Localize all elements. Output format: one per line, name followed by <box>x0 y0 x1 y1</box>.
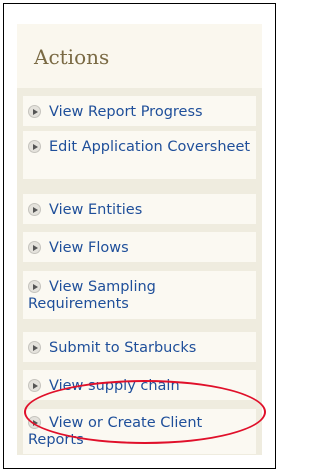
action-view-sampling-requirements[interactable]: View Sampling Requirements <box>23 271 256 319</box>
action-label[interactable]: Edit Application Coversheet <box>49 139 250 155</box>
action-submit-to-starbucks[interactable]: Submit to Starbucks <box>23 332 256 362</box>
play-circle-icon <box>28 105 41 118</box>
action-view-flows[interactable]: View Flows <box>23 232 256 262</box>
action-edit-application-coversheet[interactable]: Edit Application Coversheet <box>23 131 256 179</box>
play-circle-icon <box>28 379 41 392</box>
play-circle-icon <box>28 203 41 216</box>
action-label[interactable]: View Report Progress <box>49 104 203 120</box>
play-circle-icon <box>28 140 41 153</box>
highlight-ellipse <box>24 380 266 444</box>
action-label[interactable]: View Sampling Requirements <box>28 279 156 312</box>
play-circle-icon <box>28 241 41 254</box>
action-label[interactable]: View Flows <box>49 240 129 256</box>
action-view-report-progress[interactable]: View Report Progress <box>23 96 256 126</box>
action-view-entities[interactable]: View Entities <box>23 194 256 224</box>
action-label[interactable]: Submit to Starbucks <box>49 340 196 356</box>
actions-header: Actions <box>17 24 262 88</box>
actions-title: Actions <box>34 45 110 69</box>
play-circle-icon <box>28 341 41 354</box>
action-label[interactable]: View Entities <box>49 202 142 218</box>
play-circle-icon <box>28 280 41 293</box>
